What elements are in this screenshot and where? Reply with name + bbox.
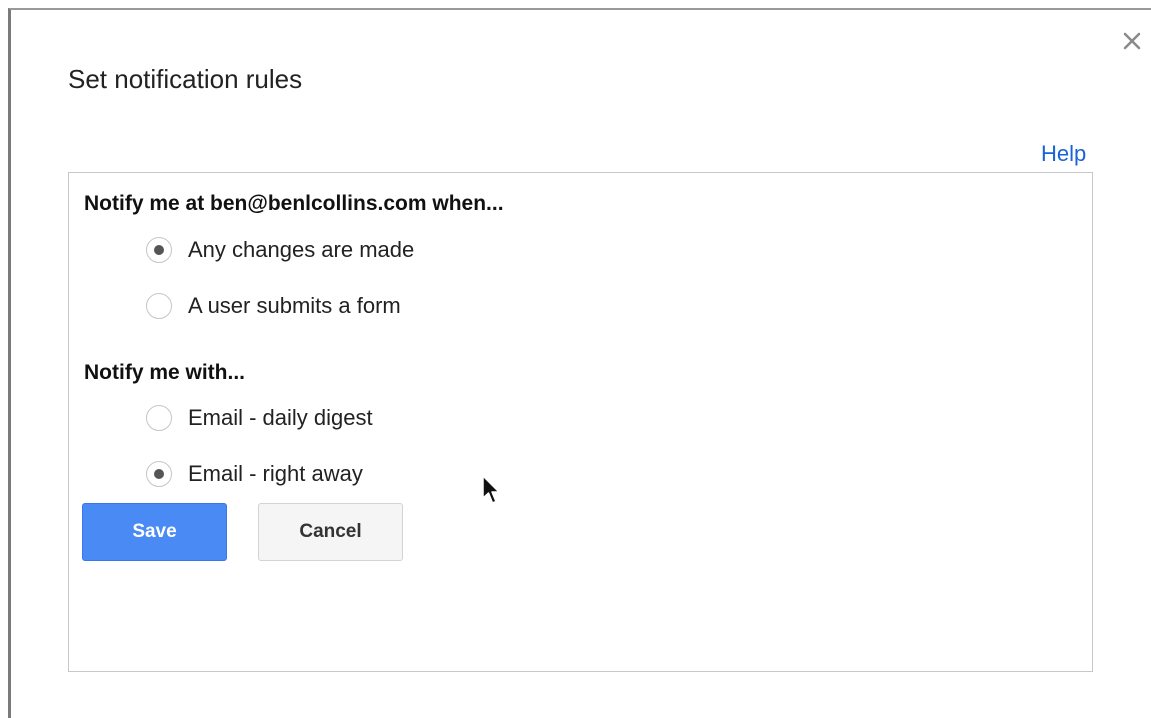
radio-label: Any changes are made (188, 237, 415, 262)
notify-with-heading: Notify me with... (84, 361, 246, 384)
radio-label: Email - right away (188, 461, 363, 486)
radio-email-right-away[interactable]: Email - right away (146, 458, 363, 490)
radio-selected-dot (154, 245, 164, 255)
radio-label: Email - daily digest (188, 405, 373, 430)
mouse-pointer-icon (482, 475, 500, 504)
radio-email-daily-digest[interactable]: Email - daily digest (146, 402, 373, 434)
radio-button[interactable] (146, 461, 172, 487)
radio-button[interactable] (146, 237, 172, 263)
dialog-title: Set notification rules (68, 64, 303, 94)
radio-button[interactable] (146, 405, 172, 431)
save-button[interactable]: Save (82, 503, 227, 561)
radio-label: A user submits a form (188, 293, 401, 318)
close-icon[interactable] (1122, 31, 1142, 51)
close-button[interactable] (1119, 28, 1145, 54)
radio-any-changes[interactable]: Any changes are made (146, 234, 414, 266)
radio-button[interactable] (146, 293, 172, 319)
help-link[interactable]: Help (1041, 141, 1086, 167)
cancel-button[interactable]: Cancel (258, 503, 403, 561)
radio-selected-dot (154, 469, 164, 479)
notify-when-heading: Notify me at ben@benlcollins.com when... (84, 192, 504, 215)
radio-user-submits-form[interactable]: A user submits a form (146, 290, 401, 322)
